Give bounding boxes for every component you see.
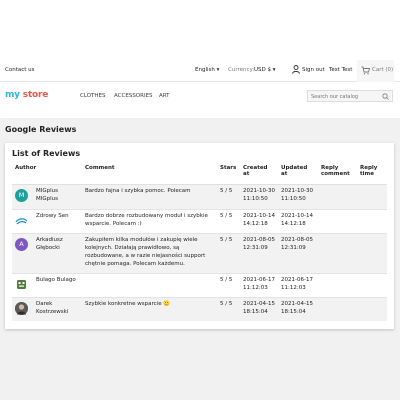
author-cell: Darek Kostrzewski <box>12 296 82 321</box>
nav-accessories[interactable]: ACCESSORIES <box>114 93 153 99</box>
comment-cell: Bardzo dobrze rozbudowany moduł i szybki… <box>82 208 217 233</box>
language-selector[interactable]: English ▾ <box>195 67 219 73</box>
search-box <box>307 90 393 102</box>
account-link[interactable]: Test Test <box>329 67 352 73</box>
zdrowy-sen-logo-icon <box>15 217 28 224</box>
comment-cell: Bardzo fajna i szybka pomoc. Polecam <box>82 183 217 209</box>
contact-us-link[interactable]: Contact us <box>5 67 35 73</box>
stars-cell: 5 / 5 <box>217 183 240 209</box>
store-logo[interactable]: my store <box>5 90 48 100</box>
avatar <box>15 277 28 291</box>
currency-selector[interactable]: USD $ ▾ <box>254 67 276 73</box>
reply-comment-cell <box>318 183 357 209</box>
updated-cell: 2021-04-15 18:15:04 <box>278 296 318 321</box>
reply-time-cell <box>357 183 387 209</box>
table-row: M MIGplus MIGplus Bardzo fajna i szybka … <box>12 183 387 209</box>
created-cell: 2021-06-17 11:12:03 <box>240 272 278 297</box>
header: my store CLOTHES ACCESSORIES ART <box>0 82 400 110</box>
created-cell: 2021-10-30 11:10:50 <box>240 183 278 209</box>
column-header-author: Author <box>12 163 82 185</box>
reviews-list-title: List of Reviews <box>12 149 81 158</box>
search-input[interactable] <box>311 92 379 101</box>
column-header-comment: Comment <box>82 163 217 185</box>
avatar <box>15 301 28 315</box>
table-row: A Arkadiusz Głębocki Zakupiłem kilka mod… <box>12 232 387 273</box>
reply-comment-cell <box>318 208 357 233</box>
logo-part-store: store <box>22 90 49 100</box>
sign-out-link[interactable]: Sign out <box>302 67 325 73</box>
reply-comment-cell <box>318 232 357 273</box>
updated-cell: 2021-10-14 14:12:18 <box>278 208 318 233</box>
author-cell: Zdrowy Sen <box>12 208 82 233</box>
table-header-row: Author Comment Stars Created at Updated … <box>12 163 387 185</box>
reviews-table: Author Comment Stars Created at Updated … <box>12 163 387 321</box>
nav-art[interactable]: ART <box>159 93 170 99</box>
stars-cell: 5 / 5 <box>217 232 240 273</box>
stars-cell: 5 / 5 <box>217 272 240 297</box>
avatar <box>15 213 28 227</box>
reply-time-cell <box>357 208 387 233</box>
author-name: Zdrowy Sen <box>36 212 69 219</box>
created-cell: 2021-10-14 14:12:18 <box>240 208 278 233</box>
currency-label: Currency: <box>228 67 255 73</box>
reply-time-cell <box>357 296 387 321</box>
table-row: Bulago Bulago 5 / 5 2021-06-17 11:12:03 … <box>12 272 387 297</box>
robot-avatar-icon <box>17 279 26 289</box>
author-name: MIGplus MIGplus <box>36 187 58 202</box>
avatar: A <box>15 237 28 251</box>
reply-comment-cell <box>318 296 357 321</box>
reply-time-cell <box>357 272 387 297</box>
cart-icon <box>361 66 370 75</box>
cart-button[interactable]: Cart (0) <box>357 60 394 82</box>
author-name: Arkadiusz Głębocki <box>36 236 63 251</box>
column-header-created-at: Created at <box>240 163 278 185</box>
stars-cell: 5 / 5 <box>217 208 240 233</box>
column-header-reply-comment: Reply comment <box>318 163 357 185</box>
table-row: Darek Kostrzewski Szybkie konkretne wspa… <box>12 296 387 321</box>
comment-cell <box>82 272 217 297</box>
author-cell: A Arkadiusz Głębocki <box>12 232 82 273</box>
column-header-reply-time: Reply time <box>357 163 387 185</box>
reviews-card: List of Reviews Author Comment Stars Cre… <box>5 143 394 329</box>
nav-clothes[interactable]: CLOTHES <box>80 93 106 99</box>
stars-cell: 5 / 5 <box>217 296 240 321</box>
reply-comment-cell <box>318 272 357 297</box>
updated-cell: 2021-06-17 11:12:03 <box>278 272 318 297</box>
author-cell: Bulago Bulago <box>12 272 82 297</box>
top-bar: Contact us English ▾ Currency: USD $ ▾ S… <box>0 60 400 82</box>
column-header-updated-at: Updated at <box>278 163 318 185</box>
updated-cell: 2021-08-05 12:31:09 <box>278 232 318 273</box>
search-icon[interactable] <box>382 93 389 100</box>
table-row: Zdrowy Sen Bardzo dobrze rozbudowany mod… <box>12 208 387 233</box>
avatar: M <box>15 188 28 202</box>
author-cell: M MIGplus MIGplus <box>12 183 82 209</box>
cart-label: Cart (0) <box>372 67 394 73</box>
reply-time-cell <box>357 232 387 273</box>
page-title: Google Reviews <box>5 125 77 134</box>
column-header-stars: Stars <box>217 163 240 185</box>
created-cell: 2021-04-15 18:15:04 <box>240 296 278 321</box>
author-name: Darek Kostrzewski <box>36 300 69 315</box>
user-icon <box>292 65 300 74</box>
created-cell: 2021-08-05 12:31:09 <box>240 232 278 273</box>
logo-part-my: my <box>5 90 20 100</box>
updated-cell: 2021-10-30 11:10:50 <box>278 183 318 209</box>
author-name: Bulago Bulago <box>36 276 76 283</box>
comment-cell: Zakupiłem kilka modułów i zakupię wiele … <box>82 232 217 273</box>
comment-cell: Szybkie konkretne wsparcie 🙂 <box>82 296 217 321</box>
profile-photo-icon <box>15 301 28 315</box>
